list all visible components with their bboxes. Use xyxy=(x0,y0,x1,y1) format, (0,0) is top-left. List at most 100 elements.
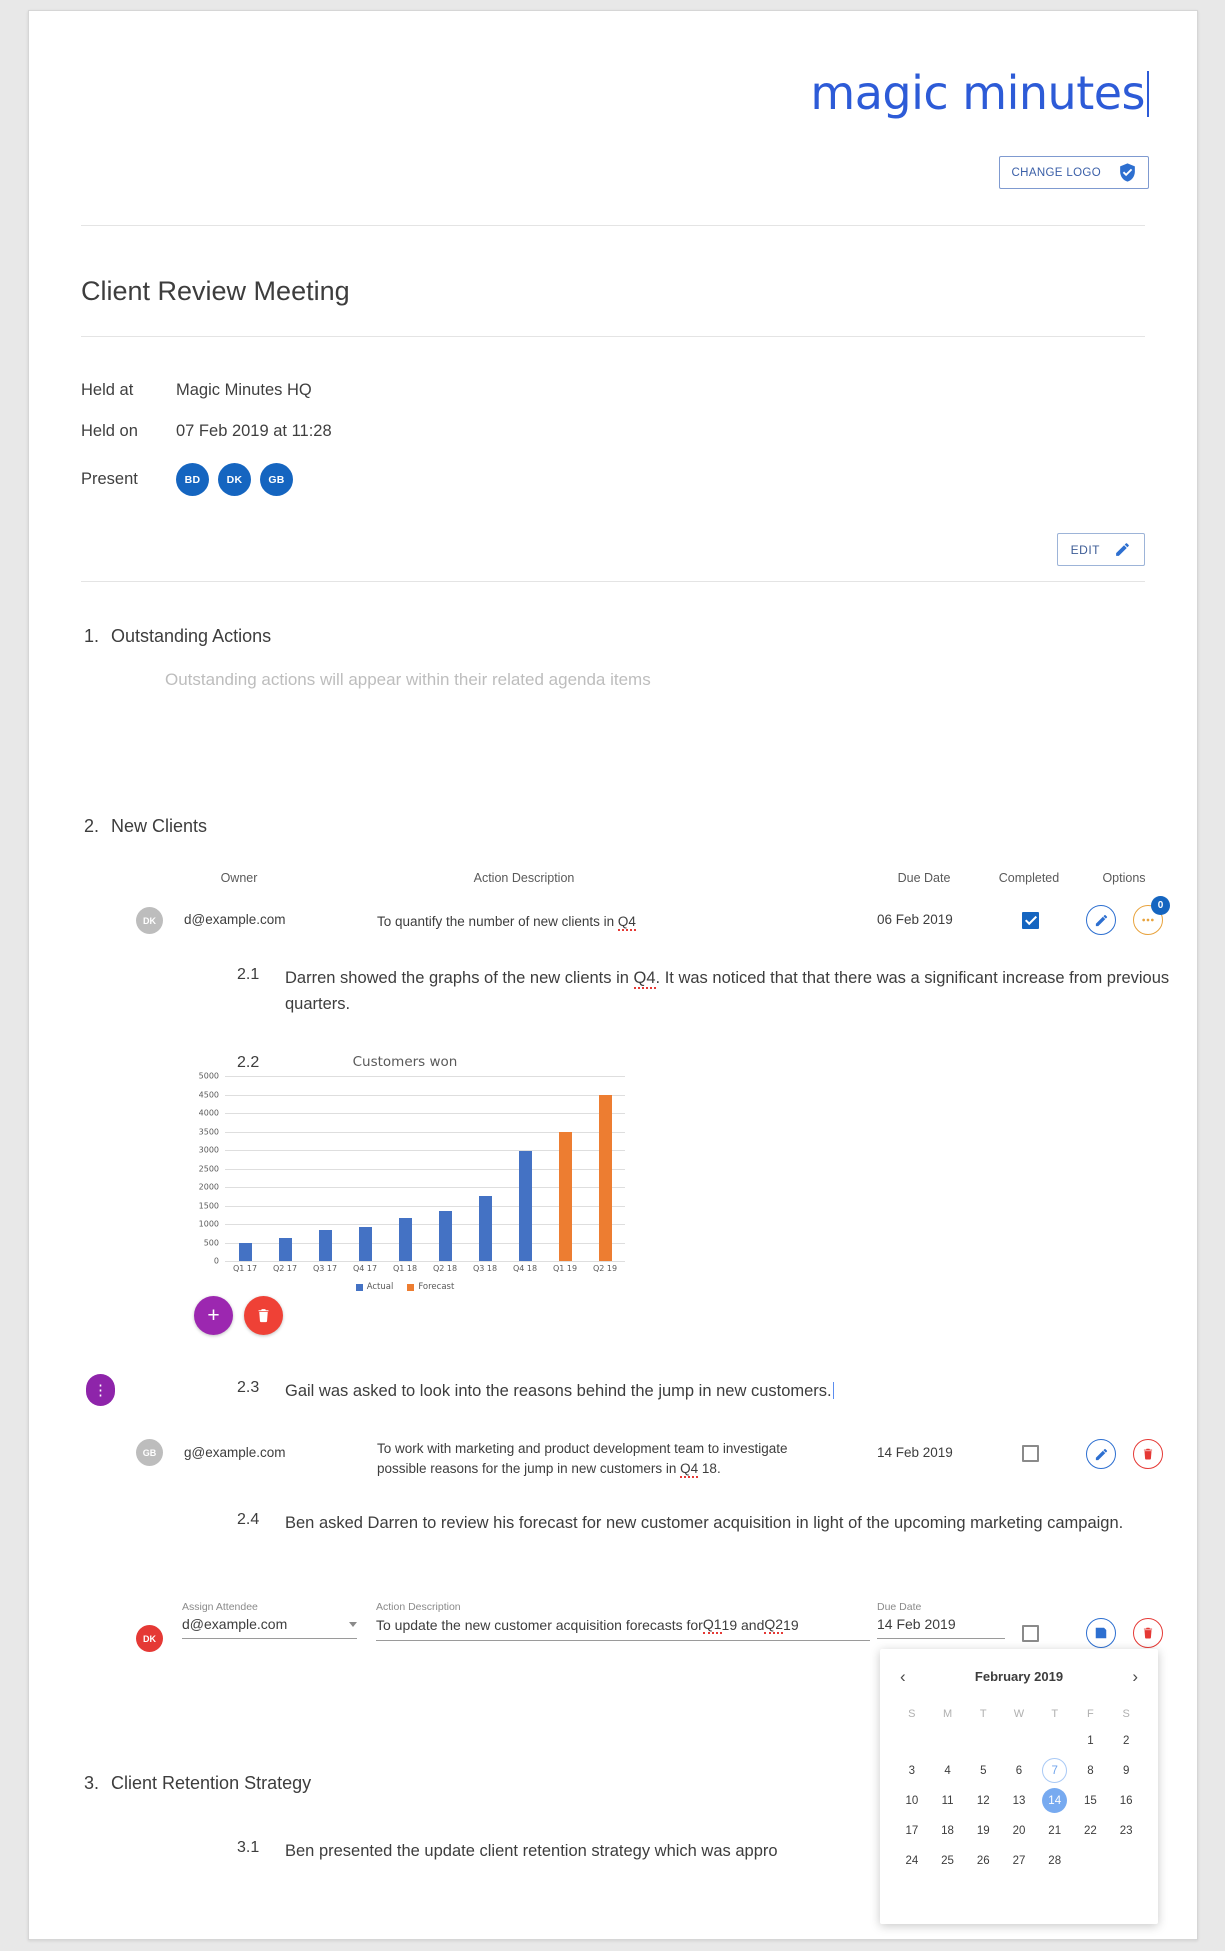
date-picker-day[interactable]: 19 xyxy=(965,1817,1001,1844)
date-picker-day[interactable]: 8 xyxy=(1073,1757,1109,1784)
date-picker-day[interactable]: 13 xyxy=(1001,1787,1037,1814)
trash-icon xyxy=(1143,1627,1153,1639)
date-picker-day[interactable]: 10 xyxy=(894,1787,930,1814)
held-on-label: Held on xyxy=(81,422,138,440)
date-picker-day[interactable]: 5 xyxy=(965,1757,1001,1784)
date-picker-day[interactable]: 24 xyxy=(894,1847,930,1874)
chart-bar xyxy=(318,1229,332,1261)
save-icon-button[interactable] xyxy=(1086,1618,1116,1648)
chart-legend-item: Forecast xyxy=(407,1282,454,1292)
held-at-row: Held at Magic Minutes HQ xyxy=(81,381,681,400)
date-picker-day[interactable]: 7 xyxy=(1037,1757,1073,1784)
chart-bar-slot xyxy=(465,1076,505,1261)
chart-y-tick-label: 1500 xyxy=(198,1201,219,1210)
held-at-value: Magic Minutes HQ xyxy=(176,381,312,399)
checkbox-unchecked[interactable] xyxy=(1022,1445,1039,1462)
chart-bar-slot xyxy=(585,1076,625,1261)
avatar[interactable]: DK xyxy=(218,463,251,496)
next-month-button[interactable]: › xyxy=(1126,1668,1144,1685)
date-picker-day[interactable]: 28 xyxy=(1037,1847,1073,1874)
desc-part-2: 19 and xyxy=(721,1617,765,1633)
date-picker-day[interactable]: 16 xyxy=(1108,1787,1144,1814)
minute-number: 2.4 xyxy=(237,1511,260,1528)
delete-attachment-button[interactable] xyxy=(244,1296,283,1335)
chart-bar-slot xyxy=(345,1076,385,1261)
col-header-completed: Completed xyxy=(998,871,1060,885)
due-date-field[interactable]: Due Date 14 Feb 2019 xyxy=(877,1601,1005,1639)
date-picker-day-number: 27 xyxy=(1012,1854,1026,1867)
minute-text[interactable]: Darren showed the graphs of the new clie… xyxy=(285,966,1175,1017)
action-completed-checkbox[interactable] xyxy=(1022,912,1039,929)
date-picker-day[interactable]: 17 xyxy=(894,1817,930,1844)
prev-month-button[interactable]: ‹ xyxy=(894,1668,912,1685)
date-picker-weekday: M xyxy=(942,1708,953,1720)
assign-attendee-select[interactable]: d@example.com xyxy=(182,1616,357,1639)
edit-action-icon-button[interactable] xyxy=(1086,1439,1116,1469)
action-options-button[interactable]: 0 xyxy=(1133,896,1170,935)
avatar: GB xyxy=(136,1439,163,1466)
logo-header: magic minutes CHANGE LOGO xyxy=(29,11,1197,226)
date-picker-day[interactable]: 18 xyxy=(930,1817,966,1844)
chart-y-tick-label: 500 xyxy=(203,1238,219,1247)
action-edit-button[interactable] xyxy=(1086,1439,1116,1469)
date-picker-day[interactable]: 1 xyxy=(1073,1727,1109,1754)
action-delete-button[interactable] xyxy=(1133,1439,1163,1469)
date-picker-day[interactable]: 22 xyxy=(1073,1817,1109,1844)
add-attachment-button[interactable]: + xyxy=(194,1296,233,1335)
save-floppy-icon xyxy=(1095,1627,1107,1639)
date-picker-day[interactable]: 12 xyxy=(965,1787,1001,1814)
date-picker-day-number: 14 xyxy=(1042,1788,1068,1813)
date-picker-day-number: 12 xyxy=(976,1794,990,1807)
date-picker-day-number: 11 xyxy=(941,1794,954,1807)
date-picker-day[interactable]: 21 xyxy=(1037,1817,1073,1844)
checkbox-checked[interactable] xyxy=(1022,912,1039,929)
date-picker-day[interactable]: 4 xyxy=(930,1757,966,1784)
change-logo-label: CHANGE LOGO xyxy=(1011,166,1101,179)
assign-attendee-field[interactable]: Assign Attendee d@example.com xyxy=(182,1601,357,1639)
action-description-field[interactable]: Action Description To update the new cus… xyxy=(376,1601,870,1641)
due-date-input[interactable]: 14 Feb 2019 xyxy=(877,1616,1005,1639)
chart-x-tick-label: Q1 17 xyxy=(232,1264,258,1273)
delete-action-icon-button[interactable] xyxy=(1133,1439,1163,1469)
date-picker-day[interactable]: 6 xyxy=(1001,1757,1037,1784)
date-picker-day[interactable]: 11 xyxy=(930,1787,966,1814)
date-picker-day[interactable]: 9 xyxy=(1108,1757,1144,1784)
delete-icon-button[interactable] xyxy=(1133,1618,1163,1648)
edit-action-icon-button[interactable] xyxy=(1086,905,1116,935)
change-logo-button[interactable]: CHANGE LOGO xyxy=(998,156,1149,189)
checkbox-unchecked[interactable] xyxy=(1022,1625,1039,1642)
save-action-button[interactable] xyxy=(1086,1618,1116,1648)
date-picker-day[interactable]: 3 xyxy=(894,1757,930,1784)
minute-number: 2.1 xyxy=(237,966,260,983)
date-picker-day[interactable]: 23 xyxy=(1108,1817,1144,1844)
form-completed-checkbox[interactable] xyxy=(1022,1625,1039,1642)
action-edit-button[interactable] xyxy=(1086,905,1116,935)
more-options-icon-button[interactable]: 0 xyxy=(1133,896,1170,935)
avatar[interactable]: GB xyxy=(260,463,293,496)
date-picker-day[interactable]: 26 xyxy=(965,1847,1001,1874)
minute-text[interactable]: Gail was asked to look into the reasons … xyxy=(285,1379,835,1405)
brand-text-caret xyxy=(1147,71,1149,117)
chart-x-tick-label: Q1 19 xyxy=(552,1264,578,1273)
action-description-input[interactable]: To update the new customer acquisition f… xyxy=(376,1616,870,1641)
minute-options-handle[interactable]: ⋮ xyxy=(86,1374,115,1406)
chart-bar-slot xyxy=(545,1076,585,1261)
avatar[interactable]: BD xyxy=(176,463,209,496)
date-picker-month-title[interactable]: February 2019 xyxy=(975,1669,1063,1684)
action-table-header: Owner Action Description Due Date Comple… xyxy=(29,871,1197,895)
edit-meeting-button[interactable]: EDIT xyxy=(1056,533,1145,566)
date-picker-day[interactable]: 2 xyxy=(1108,1727,1144,1754)
action-due-date: 06 Feb 2019 xyxy=(877,912,953,927)
minute-text[interactable]: Ben presented the update client retentio… xyxy=(285,1839,778,1865)
date-picker-day[interactable]: 27 xyxy=(1001,1847,1037,1874)
chart-title: Customers won xyxy=(352,1054,458,1070)
action-description-line-2-pre: possible reasons for the jump in new cus… xyxy=(377,1460,681,1476)
action-completed-checkbox[interactable] xyxy=(1022,1445,1039,1462)
date-picker-day-number: 28 xyxy=(1048,1854,1062,1867)
date-picker-day[interactable]: 15 xyxy=(1073,1787,1109,1814)
date-picker-day[interactable]: 25 xyxy=(930,1847,966,1874)
date-picker-day[interactable]: 14 xyxy=(1037,1787,1073,1814)
delete-action-button[interactable] xyxy=(1133,1618,1163,1648)
minute-text[interactable]: Ben asked Darren to review his forecast … xyxy=(285,1511,1123,1537)
date-picker-day[interactable]: 20 xyxy=(1001,1817,1037,1844)
